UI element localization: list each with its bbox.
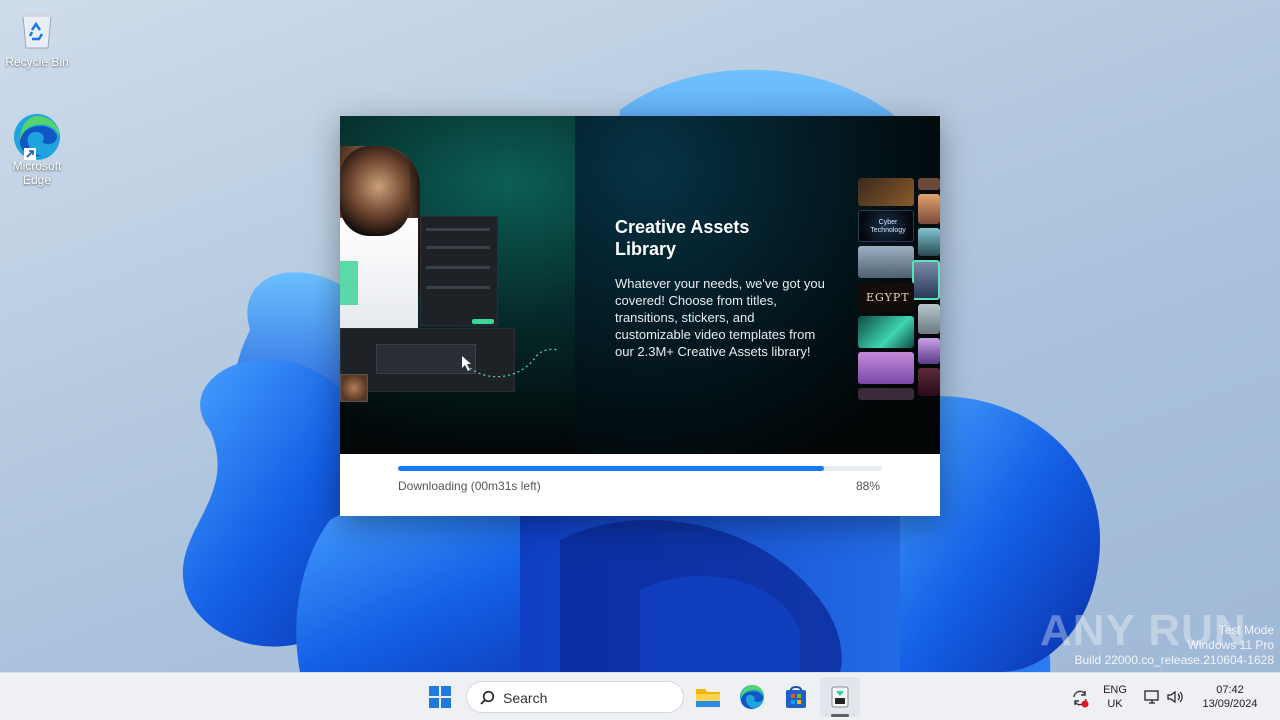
tray-network-volume[interactable] xyxy=(1140,677,1190,717)
download-progress-section: Downloading (00m31s left) 88% xyxy=(340,454,940,516)
language-indicator[interactable]: ENG UK xyxy=(1098,683,1132,711)
search-icon xyxy=(480,690,495,705)
hero-title: Creative Assets Library xyxy=(615,217,750,259)
microsoft-store-icon xyxy=(786,686,806,708)
recycle-bin-icon xyxy=(15,8,59,52)
hero-description: Whatever your needs, we've got you cover… xyxy=(615,276,825,359)
sync-alert-icon xyxy=(1073,690,1089,708)
edge-icon xyxy=(14,112,60,160)
tray-update-status[interactable] xyxy=(1066,677,1094,717)
watermark-line: Build 22000.co_release.210604-1628 xyxy=(1074,653,1275,667)
installer-window: Creative Assets Library Whatever your ne… xyxy=(340,116,940,516)
taskbar-search[interactable]: Search xyxy=(466,681,684,713)
keyboard-layout: UK xyxy=(1107,698,1123,710)
file-explorer-icon xyxy=(696,689,720,707)
search-label: Search xyxy=(503,690,548,706)
taskbar-installer-app[interactable] xyxy=(820,677,860,717)
hero-banner: Creative Assets Library Whatever your ne… xyxy=(340,116,940,454)
network-icon xyxy=(1144,690,1159,704)
clock[interactable]: 07:42 13/09/2024 xyxy=(1194,683,1266,711)
clock-time: 07:42 xyxy=(1216,684,1244,696)
desktop-icon-label: Recycle Bin xyxy=(5,55,69,69)
watermark-line: Windows 11 Pro xyxy=(1187,638,1274,652)
volume-icon xyxy=(1167,690,1183,704)
taskbar-edge[interactable] xyxy=(732,677,772,717)
desktop-icon-recycle-bin[interactable]: Recycle Bin xyxy=(0,8,74,69)
language-code: ENG xyxy=(1103,684,1127,696)
start-icon xyxy=(429,686,451,708)
watermark-line: Test Mode xyxy=(1218,623,1274,637)
progress-bar-fill xyxy=(398,466,824,471)
desktop-icon-label: Microsoft Edge xyxy=(12,159,62,187)
edge-icon xyxy=(740,685,764,710)
start-button[interactable] xyxy=(420,677,460,717)
download-percent: 88% xyxy=(855,479,880,493)
progress-bar xyxy=(398,466,882,471)
thumb-label: EGYPT xyxy=(866,291,910,304)
active-indicator xyxy=(831,714,849,717)
desktop-icon-edge[interactable]: Microsoft Edge xyxy=(0,112,74,187)
thumb-label: Cyber Technology xyxy=(870,219,906,234)
download-status: Downloading (00m31s left) xyxy=(398,479,541,493)
clock-date: 13/09/2024 xyxy=(1202,698,1258,710)
taskbar: Search ENG UK 07:42 13/09/2024 xyxy=(0,672,1280,720)
test-mode-watermark: Test Mode Windows 11 Pro Build 22000.co_… xyxy=(1075,623,1275,668)
taskbar-file-explorer[interactable] xyxy=(688,677,728,717)
taskbar-microsoft-store[interactable] xyxy=(776,677,816,717)
installer-app-icon xyxy=(831,686,849,708)
